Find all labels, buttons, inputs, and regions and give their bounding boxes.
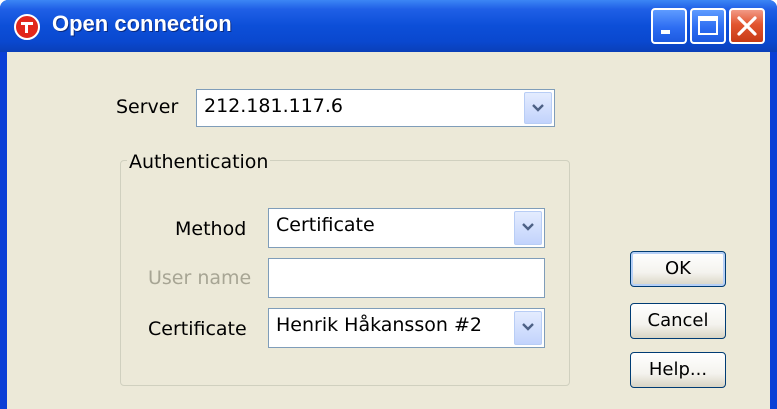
- title-bar[interactable]: Open connection: [0, 0, 777, 52]
- server-combobox[interactable]: 212.181.117.6: [196, 89, 555, 127]
- method-value: Certificate: [276, 214, 375, 236]
- app-icon: [14, 14, 40, 40]
- method-combobox[interactable]: Certificate: [268, 208, 545, 248]
- chevron-down-icon: [532, 104, 544, 112]
- minimize-icon: [661, 30, 670, 34]
- authentication-legend: Authentication: [127, 151, 271, 173]
- server-dropdown-button[interactable]: [524, 92, 552, 124]
- server-value: 212.181.117.6: [204, 95, 344, 117]
- chevron-down-icon: [522, 323, 534, 331]
- close-button[interactable]: [729, 8, 765, 44]
- ok-button[interactable]: OK: [630, 251, 726, 287]
- username-label: User name: [148, 267, 252, 289]
- open-connection-dialog: Open connection Server 212.181.117.6 Aut…: [0, 0, 777, 409]
- maximize-button[interactable]: [690, 8, 726, 44]
- method-dropdown-button[interactable]: [514, 211, 542, 245]
- certificate-value: Henrik Håkansson #2: [276, 314, 482, 336]
- window-title: Open connection: [52, 11, 232, 36]
- server-label: Server: [116, 96, 179, 118]
- close-icon: [737, 16, 757, 36]
- cancel-button[interactable]: Cancel: [630, 303, 726, 339]
- username-field[interactable]: [268, 258, 545, 298]
- help-button[interactable]: Help...: [630, 352, 726, 388]
- method-label: Method: [175, 218, 247, 240]
- certificate-dropdown-button[interactable]: [514, 311, 542, 345]
- chevron-down-icon: [522, 223, 534, 231]
- certificate-combobox[interactable]: Henrik Håkansson #2: [268, 308, 545, 348]
- minimize-button[interactable]: [651, 8, 687, 44]
- dialog-body: Server 212.181.117.6 Authentication Meth…: [7, 52, 770, 409]
- certificate-label: Certificate: [148, 318, 247, 340]
- maximize-icon: [698, 16, 718, 35]
